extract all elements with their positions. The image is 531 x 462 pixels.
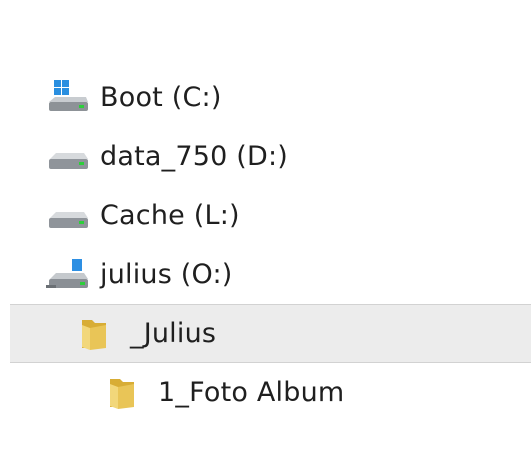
tree-item-data-drive[interactable]: data_750 (D:): [0, 127, 531, 186]
tree-item-label: data_750 (D:): [100, 141, 288, 172]
tree-item-label: _Julius: [130, 318, 217, 349]
tree-item-julius-folder[interactable]: _Julius: [10, 304, 531, 363]
tree-item-network-drive[interactable]: julius (O:): [0, 245, 531, 304]
tree-item-cache-drive[interactable]: Cache (L:): [0, 186, 531, 245]
tree-item-label: Boot (C:): [100, 82, 222, 113]
tree-item-label: julius (O:): [100, 259, 233, 290]
tree-item-boot-drive[interactable]: Boot (C:): [0, 68, 531, 127]
tree-item-foto-album-folder[interactable]: 1_Foto Album: [0, 363, 531, 422]
tree-item-label: 1_Foto Album: [158, 377, 345, 408]
navigation-tree: Boot (C:) data_750 (D:) Cache (L:) juliu…: [0, 68, 531, 422]
hard-drive-icon: [46, 196, 90, 236]
system-drive-icon: [46, 78, 90, 118]
folder-icon: [76, 314, 120, 354]
hard-drive-icon: [46, 137, 90, 177]
network-drive-icon: [46, 255, 90, 295]
folder-icon: [104, 373, 148, 413]
tree-item-label: Cache (L:): [100, 200, 240, 231]
